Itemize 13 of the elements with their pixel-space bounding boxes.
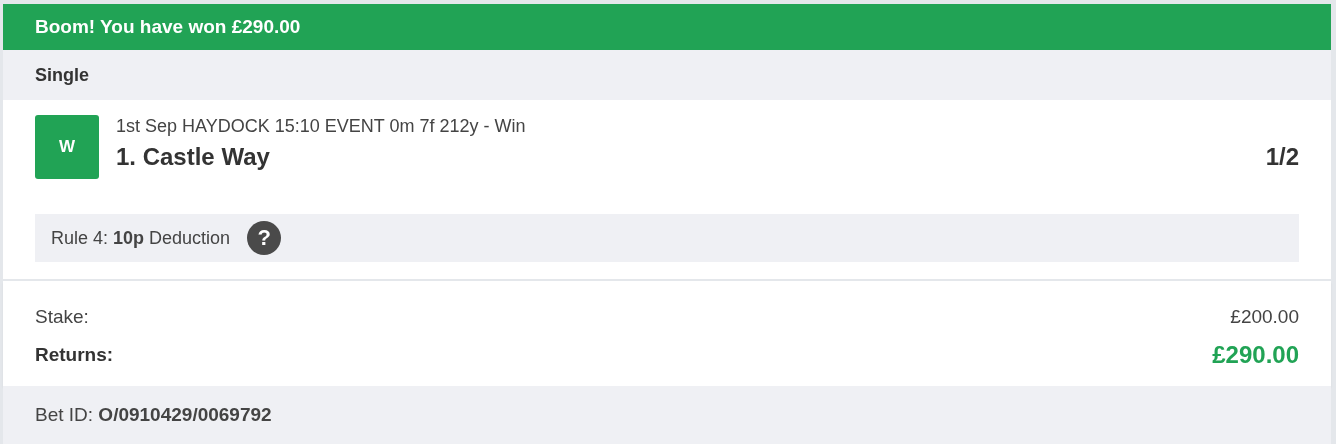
- selection-name: 1. Castle Way: [116, 143, 270, 171]
- summary-value: £200.00: [1230, 306, 1299, 328]
- bet-type-bar: Single: [3, 50, 1331, 100]
- summary-value: £290.00: [1212, 341, 1299, 369]
- rule4-text: Rule 4: 10p Deduction: [51, 227, 231, 249]
- bet-id: Bet ID: O/0910429/0069792: [35, 404, 272, 425]
- win-banner: Boom! You have won £290.00: [3, 4, 1331, 50]
- event-details: 1st Sep HAYDOCK 15:10 EVENT 0m 7f 212y - Win: [116, 116, 527, 137]
- help-button[interactable]: ?: [247, 221, 282, 255]
- summary-label: Stake:: [35, 306, 89, 328]
- odds: 1/2: [1265, 143, 1299, 171]
- result-badge: W: [35, 115, 99, 179]
- summary-label: Returns:: [35, 344, 114, 366]
